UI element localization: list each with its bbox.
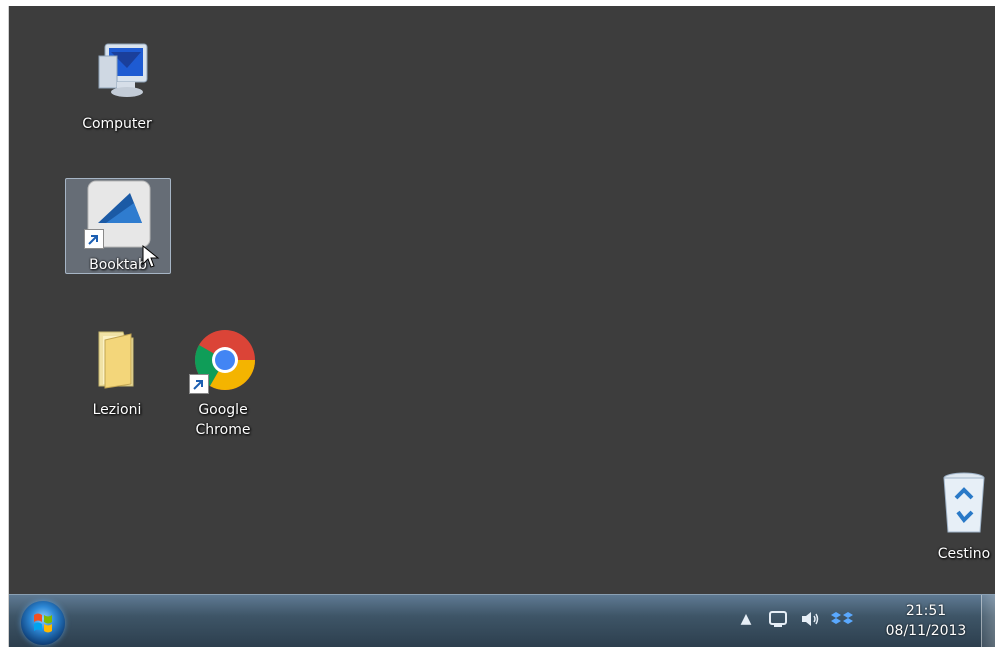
booktab-icon	[82, 179, 154, 251]
desktop-icon-computer[interactable]: Computer	[65, 38, 169, 134]
computer-icon	[81, 38, 153, 110]
show-hidden-icons-arrow[interactable]: ▲	[734, 607, 758, 631]
chrome-icon	[187, 324, 259, 396]
desktop-icon-cestino[interactable]: Cestino	[917, 468, 995, 564]
folder-icon	[81, 324, 153, 396]
desktop-icon-lezioni[interactable]: Lezioni	[65, 324, 169, 420]
desktop-icon-label: Cestino	[937, 546, 991, 562]
desktop-icon-label: Lezioni	[92, 402, 142, 418]
windows-start-icon[interactable]	[21, 601, 65, 645]
mouse-cursor-icon	[142, 245, 160, 268]
desktop-area[interactable]: Computer Booktab Lezioni Google Chrome C…	[9, 6, 995, 594]
clock-date: 08/11/2013	[885, 623, 967, 639]
show-desktop-button[interactable]	[981, 595, 995, 647]
shortcut-arrow-icon	[84, 229, 104, 249]
taskbar: ▲ 21:51 08/11/2013	[9, 594, 995, 647]
desktop-icon-label: Google Chrome	[195, 402, 251, 438]
network-icon[interactable]	[766, 607, 790, 631]
clock-time: 21:51	[905, 603, 947, 619]
desktop-icon-booktab[interactable]: Booktab	[65, 178, 171, 274]
dropbox-icon[interactable]	[830, 607, 854, 631]
desktop-icon-google-chrome[interactable]: Google Chrome	[171, 324, 275, 440]
recycle-bin-icon	[928, 468, 995, 540]
shortcut-arrow-icon	[189, 374, 209, 394]
desktop-icon-label: Computer	[82, 116, 152, 132]
volume-icon[interactable]	[798, 607, 822, 631]
desktop-screen: Computer Booktab Lezioni Google Chrome C…	[8, 6, 995, 647]
system-clock[interactable]: 21:51 08/11/2013	[871, 601, 981, 641]
